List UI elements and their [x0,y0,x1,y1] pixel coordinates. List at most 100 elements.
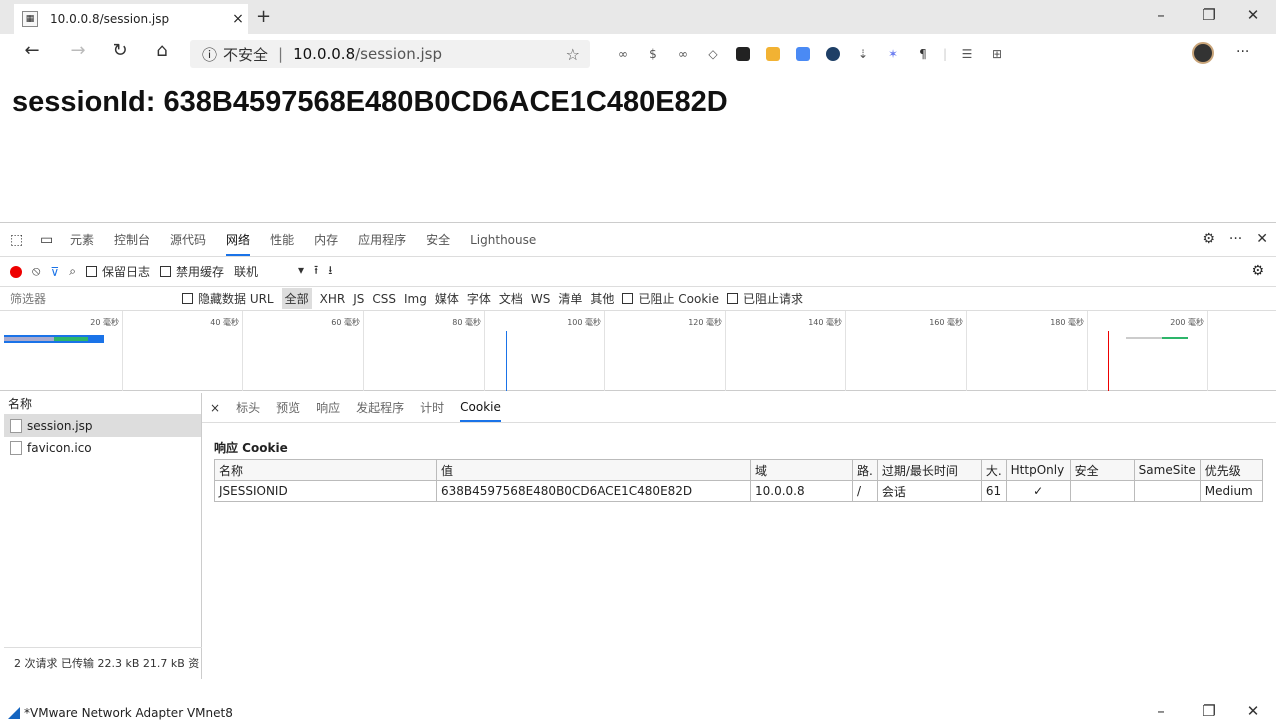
type-filter[interactable]: 其他 [590,290,614,307]
clear-icon[interactable]: ⦸ [32,264,40,279]
translate-icon[interactable] [758,44,788,64]
devtools-tab[interactable]: 元素 [70,231,94,248]
download-icon[interactable]: ⇣ [848,44,878,64]
devtools-tab[interactable]: 源代码 [170,231,206,248]
cookie-table-header: 名称 值 域 路. 过期/最长时间 大. HttpOnly 安全 SameSit… [214,459,1263,481]
shield-icon[interactable]: ◇ [698,44,728,64]
detail-tab[interactable]: 计时 [420,399,444,416]
column-header[interactable]: 域 [750,459,853,481]
detail-tab-cookie[interactable]: Cookie [460,393,501,422]
record-icon[interactable] [10,265,22,278]
forward-button[interactable]: → [64,40,92,61]
more-options-icon[interactable]: ··· [1229,231,1242,247]
refresh-button[interactable]: ↻ [106,40,134,61]
close-detail-icon[interactable]: × [210,401,220,415]
request-row[interactable]: session.jsp [4,415,201,437]
network-settings-gear-icon[interactable]: ⚙ [1251,263,1264,279]
column-header[interactable]: 路. [852,459,878,481]
extension-icon[interactable]: ∞ [668,44,698,64]
close-window-button[interactable]: ✕ [1238,6,1268,24]
cookie-expires-cell: 会话 [876,480,982,502]
column-header[interactable]: 名称 [214,459,437,481]
blocked-requests-checkbox[interactable]: 已阻止请求 [726,290,803,307]
hide-data-url-checkbox[interactable]: 隐藏数据 URL [182,290,274,307]
type-filter[interactable]: CSS [372,292,396,306]
request-bar-receive [1162,337,1188,339]
blocked-cookies-checkbox[interactable]: 已阻止 Cookie [622,290,719,307]
type-filter[interactable]: JS [353,292,364,306]
column-header[interactable]: 值 [436,459,751,481]
extension-icon[interactable]: ∞ [608,44,638,64]
minimize-button[interactable]: – [1146,6,1176,24]
type-filter[interactable]: XHR [320,292,346,306]
filter-input[interactable]: 筛选器 [0,290,170,307]
column-header[interactable]: 优先级 [1199,459,1263,481]
info-icon[interactable]: ⓘ [202,44,217,65]
inspect-element-icon[interactable]: ⬚ [10,232,32,248]
favorite-star-icon[interactable]: ☆ [566,45,580,64]
cookie-httponly-cell: ✓ [1005,480,1071,502]
restore-button[interactable]: ❐ [1194,702,1224,720]
collections-icon[interactable]: ⊞ [982,44,1012,64]
background-window-titlebar[interactable]: *VMware Network Adapter VMnet8 [0,700,1276,726]
profile-avatar[interactable] [1192,42,1214,64]
address-bar[interactable]: ⓘ 不安全 | 10.0.0.8 /session.jsp ☆ [190,40,590,68]
column-header[interactable]: 安全 [1069,459,1135,481]
disable-cache-checkbox[interactable]: 禁用缓存 [160,263,224,280]
throttling-select[interactable]: 联机 ▾ [234,263,304,280]
filter-funnel-icon[interactable]: ⊽ [50,265,59,279]
close-devtools-icon[interactable]: ✕ [1256,231,1268,247]
column-header[interactable]: 大. [980,459,1007,481]
detail-tab[interactable]: 发起程序 [356,399,404,416]
back-button[interactable]: ← [18,40,46,61]
devtools-tab[interactable]: 内存 [314,231,338,248]
tab-close-icon[interactable]: × [228,11,248,27]
type-filter[interactable]: WS [531,292,550,306]
extensions-bar: ∞ $ ∞ ◇ ⇣ ✶ ¶ | ☰ ⊞ [608,44,1012,64]
extension-icon[interactable] [728,44,758,64]
close-window-button[interactable]: ✕ [1238,702,1268,720]
extension-icon[interactable]: ✶ [878,44,908,64]
type-filter[interactable]: 媒体 [435,290,459,307]
import-har-icon[interactable]: ⭱ [314,261,318,282]
detail-tab[interactable]: 响应 [316,399,340,416]
network-timeline-overview[interactable]: 20 毫秒 40 毫秒 60 毫秒 80 毫秒 100 毫秒 120 毫秒 14… [0,311,1276,391]
translate-icon[interactable] [788,44,818,64]
paragraph-icon[interactable]: ¶ [908,44,938,64]
extension-icon[interactable]: $ [638,44,668,64]
cookie-samesite-cell [1133,480,1201,502]
hash-icon[interactable] [818,44,848,64]
settings-gear-icon[interactable]: ⚙ [1202,231,1215,247]
browser-tab[interactable]: ▦ 10.0.0.8/session.jsp × [14,4,248,34]
favorites-icon[interactable]: ☰ [952,44,982,64]
detail-tab[interactable]: 标头 [236,399,260,416]
minimize-button[interactable]: – [1146,702,1176,720]
filter-bar: 筛选器 隐藏数据 URL 全部 XHR JS CSS Img 媒体 字体 文档 … [0,287,1276,311]
devtools-tab[interactable]: 性能 [270,231,294,248]
export-har-icon[interactable]: ⭳ [328,261,332,282]
type-filter[interactable]: 清单 [558,290,582,307]
type-filter[interactable]: 文档 [499,290,523,307]
name-column-header[interactable]: 名称 [4,393,201,415]
preserve-log-checkbox[interactable]: 保留日志 [86,263,150,280]
detail-tab[interactable]: 预览 [276,399,300,416]
table-row[interactable]: JSESSIONID 638B4597568E480B0CD6ACE1C480E… [214,480,1263,502]
device-emulation-icon[interactable]: ▭ [40,232,62,248]
request-row[interactable]: favicon.ico [4,437,201,459]
devtools-tab[interactable]: Lighthouse [470,233,536,247]
restore-button[interactable]: ❐ [1194,6,1224,24]
devtools-tab[interactable]: 应用程序 [358,231,406,248]
home-button[interactable]: ⌂ [148,40,176,61]
devtools-tab[interactable]: 控制台 [114,231,150,248]
search-icon[interactable]: ⌕ [69,264,76,279]
column-header[interactable]: HttpOnly [1005,459,1071,481]
column-header[interactable]: SameSite [1133,459,1201,481]
devtools-tab-network[interactable]: 网络 [226,223,251,256]
more-menu-icon[interactable]: ··· [1236,44,1249,60]
type-filter[interactable]: Img [404,292,427,306]
column-header[interactable]: 过期/最长时间 [876,459,982,481]
type-filter[interactable]: 字体 [467,290,491,307]
new-tab-button[interactable]: + [256,6,271,27]
type-filter-all[interactable]: 全部 [281,288,312,309]
devtools-tab[interactable]: 安全 [426,231,450,248]
